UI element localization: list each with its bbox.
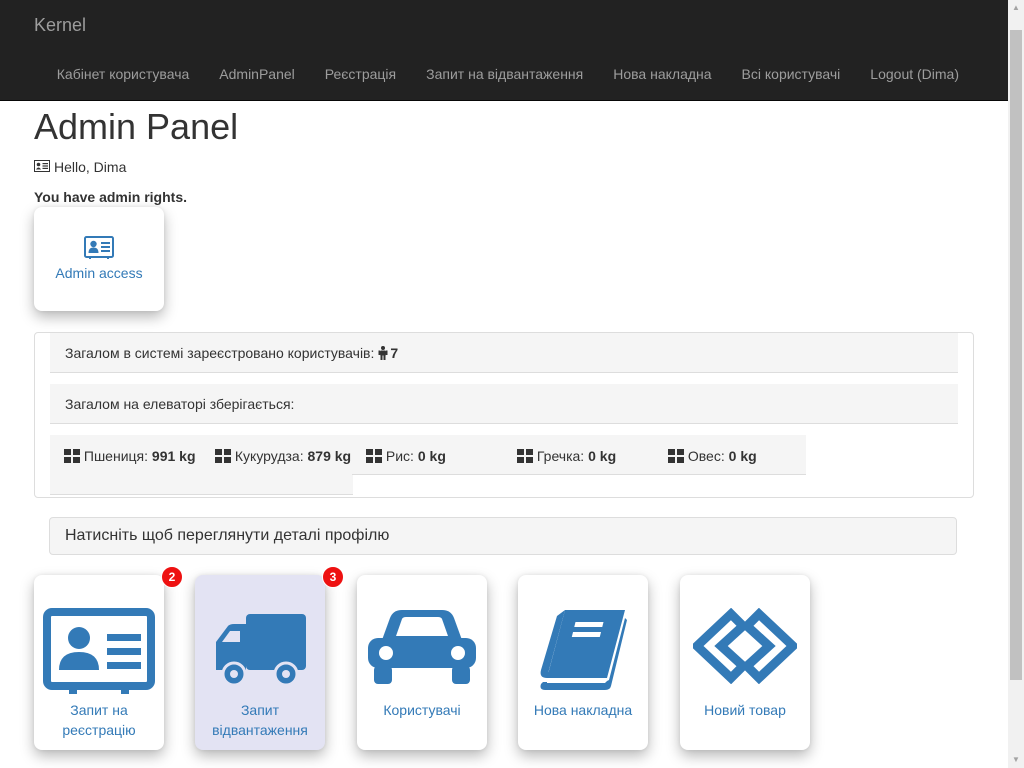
nav-link-all-users[interactable]: Всі користувачі	[727, 66, 856, 82]
truck-icon	[216, 614, 306, 687]
registration-request-badge: 2	[161, 566, 183, 588]
registered-users-count: 7	[390, 344, 399, 361]
registration-request-label: Запит на реєстрацію	[62, 702, 136, 738]
th-large-icon	[215, 448, 231, 468]
page-title: Admin Panel	[34, 106, 239, 147]
scrollbar-thumb[interactable]	[1010, 30, 1022, 680]
link-icon	[693, 608, 797, 684]
book-icon	[540, 610, 627, 690]
grain-item-wheat: Пшениця: 991 kg	[50, 435, 202, 495]
id-card-icon	[84, 236, 114, 259]
greeting-text: Hello, Dima	[54, 159, 127, 175]
greeting: Hello, Dima	[34, 159, 126, 175]
id-card-icon	[43, 608, 155, 694]
car-icon	[368, 610, 476, 684]
new-product-tile[interactable]: Новий товар	[680, 575, 810, 750]
registered-users-label: Загалом в системі зареєстровано користув…	[65, 344, 375, 361]
registration-request-tile[interactable]: Запит на реєстрацію	[34, 575, 164, 750]
navbar-brand[interactable]: Kernel	[34, 15, 86, 36]
grain-item-buckwheat: Гречка: 0 kg	[503, 435, 655, 475]
new-product-label: Новий товар	[704, 702, 786, 718]
th-large-icon	[64, 448, 80, 468]
users-label: Користувачі	[383, 702, 461, 718]
nav-link-admin-panel[interactable]: AdminPanel	[204, 66, 310, 82]
vcard-icon	[34, 159, 50, 175]
th-large-icon	[366, 448, 382, 468]
registered-users-row: Загалом в системі зареєстровано користув…	[50, 333, 958, 373]
nav-link-new-invoice[interactable]: Нова накладна	[598, 66, 726, 82]
user-icon	[378, 345, 388, 360]
th-large-icon	[668, 448, 684, 468]
new-invoice-tile[interactable]: Нова накладна	[518, 575, 648, 750]
admin-access-label: Admin access	[55, 265, 143, 281]
vertical-scrollbar[interactable]: ▲ ▼	[1008, 0, 1024, 768]
storage-label: Загалом на елеваторі зберігається:	[65, 395, 295, 412]
new-invoice-label: Нова накладна	[533, 702, 633, 718]
nav-link-registration[interactable]: Реєстрація	[310, 66, 411, 82]
grain-item-corn: Кукурудза: 879 kg	[201, 435, 353, 495]
nav-link-logout[interactable]: Logout (Dima)	[855, 66, 974, 82]
grain-item-rice: Рис: 0 kg	[352, 435, 504, 475]
stats-panel: Загалом в системі зареєстровано користув…	[34, 332, 974, 498]
nav-link-shipment-request[interactable]: Запит на відвантаження	[411, 66, 598, 82]
nav-links: Кабінет користувача AdminPanel Реєстраці…	[42, 66, 974, 82]
grain-item-oats: Овес: 0 kg	[654, 435, 806, 475]
shipment-request-label: Запит відвантаження	[212, 702, 308, 738]
nav-link-user-cabinet[interactable]: Кабінет користувача	[42, 66, 205, 82]
scroll-down-arrow-icon[interactable]: ▼	[1008, 752, 1024, 768]
shipment-request-badge: 3	[322, 566, 344, 588]
admin-access-tile[interactable]: Admin access	[34, 207, 164, 311]
users-tile[interactable]: Користувачі	[357, 575, 487, 750]
scroll-up-arrow-icon[interactable]: ▲	[1008, 0, 1024, 16]
shipment-request-tile[interactable]: Запит відвантаження	[195, 575, 325, 750]
profile-details-toggle[interactable]: Натисніть щоб переглянути деталі профілю	[49, 517, 957, 555]
th-large-icon	[517, 448, 533, 468]
storage-row: Загалом на елеваторі зберігається:	[50, 384, 958, 424]
admin-rights-note: You have admin rights.	[34, 189, 187, 205]
top-navbar: Kernel Кабінет користувача AdminPanel Ре…	[0, 0, 1008, 101]
